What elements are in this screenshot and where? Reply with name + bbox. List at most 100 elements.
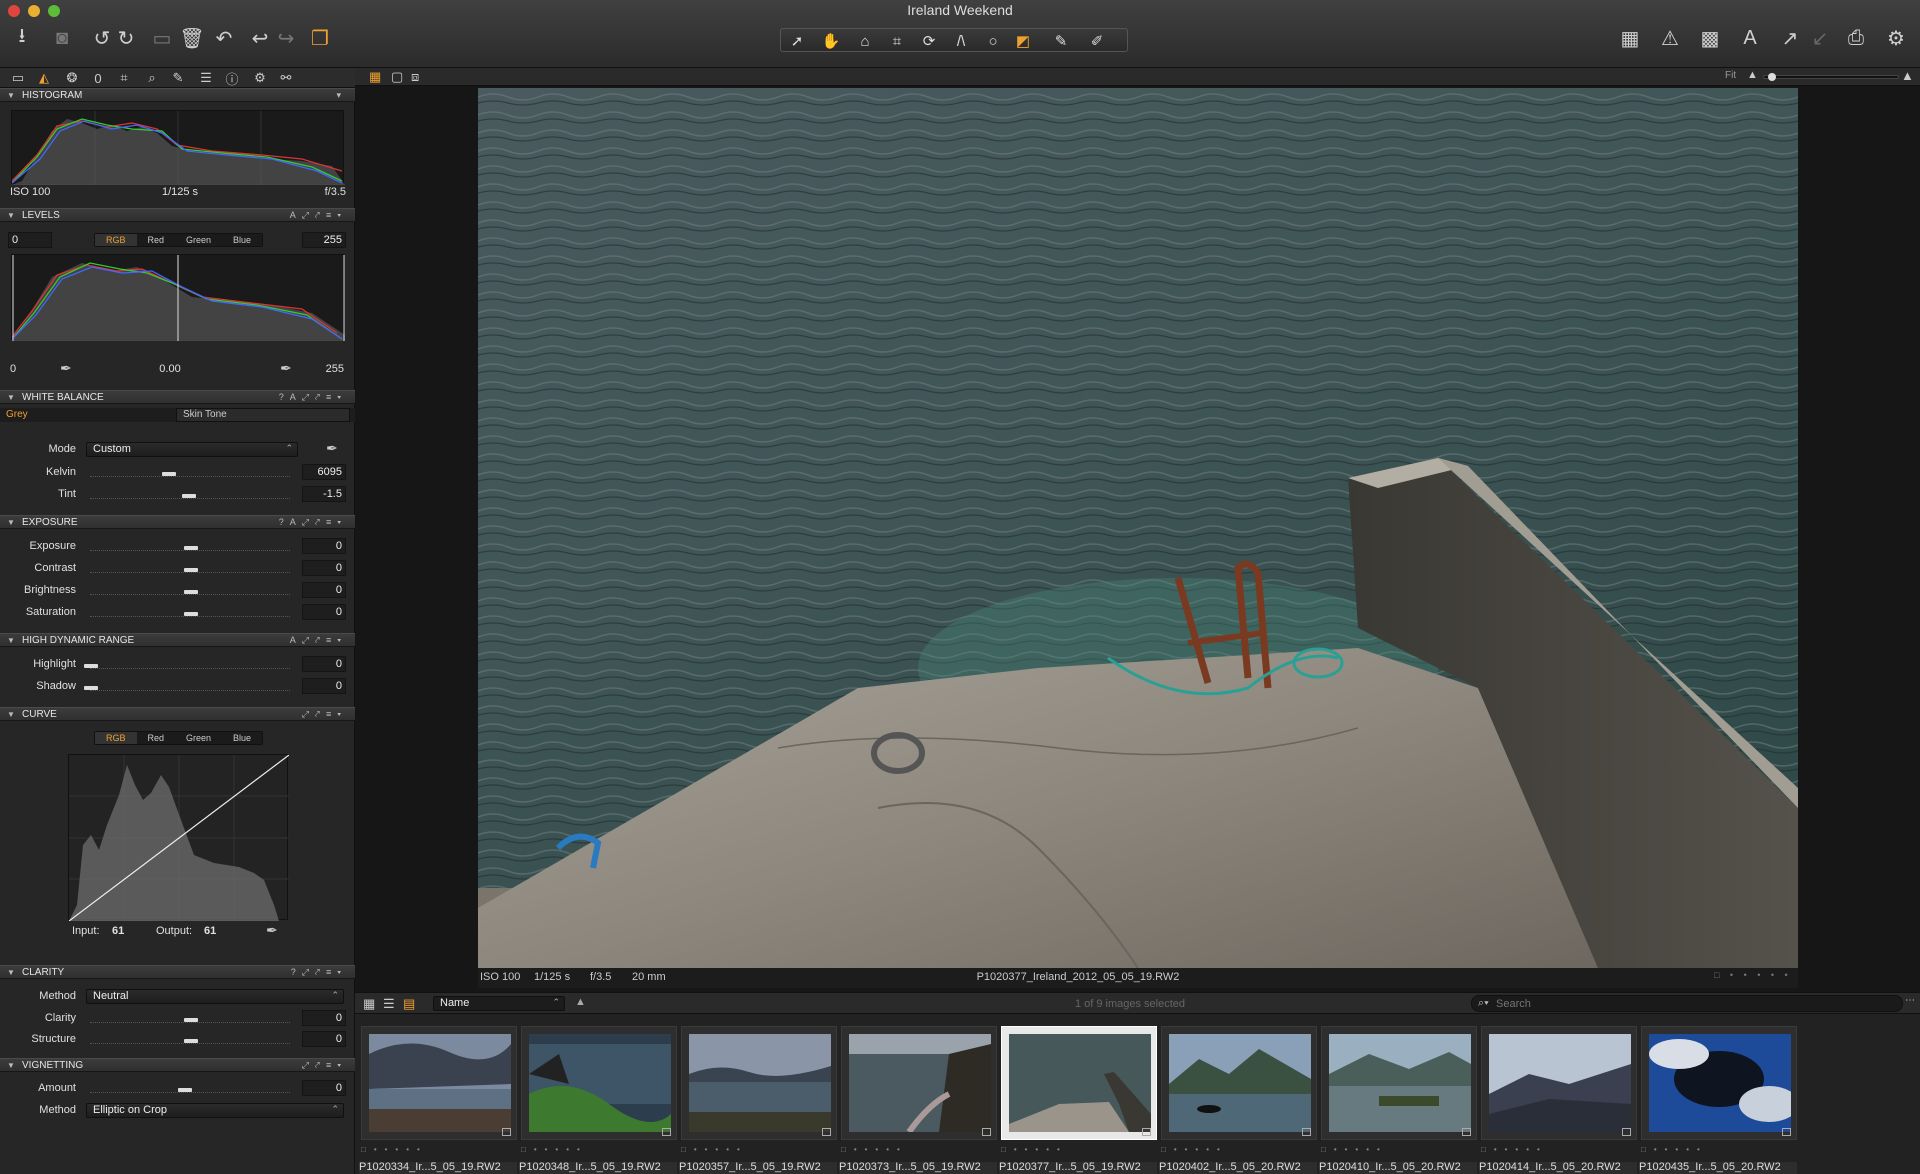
compare-view-icon[interactable]: ⧈ [411,69,419,85]
thumbnail-rating[interactable]: □••••• [1641,1145,1797,1155]
saturation-knob[interactable] [184,612,198,616]
crop-tool-icon[interactable]: ⌗ [885,31,909,51]
wb-kelvin-value[interactable]: 6095 [302,464,346,480]
brightness-slider[interactable] [90,590,290,598]
library-tab-icon[interactable]: ▭ [8,69,28,87]
keystone-tool-icon[interactable]: /\ [949,31,973,51]
highlight-value[interactable]: 0 [302,656,346,672]
levels-white-picker-icon[interactable]: ✒ [280,360,292,377]
browser-options-icon[interactable]: ⋯ [1905,995,1919,1011]
search-input[interactable] [1496,997,1896,1010]
levels-output-left[interactable]: 0 [10,363,16,375]
move-to-folder-icon[interactable]: ▭ [148,24,176,52]
levels-header[interactable]: LEVELSA⤢⤤≡▾ [0,208,355,222]
clarity-knob[interactable] [184,1018,198,1022]
exposure-warning-icon[interactable]: ⚠ [1656,24,1684,52]
text-overlay-icon[interactable]: A [1736,24,1764,52]
zoom-slider-knob[interactable] [1768,73,1776,81]
contrast-knob[interactable] [184,568,198,572]
levels-channel-green[interactable]: Green [175,234,222,246]
vignetting-amount-value[interactable]: 0 [302,1080,346,1096]
clarity-slider[interactable] [90,1018,290,1026]
curve-channel-red[interactable]: Red [137,732,176,744]
rotate-tool-icon[interactable]: ⟳ [917,31,941,51]
thumbnail[interactable] [1641,1026,1797,1140]
undo-icon[interactable]: ↩ [246,24,274,52]
hdr-header[interactable]: HIGH DYNAMIC RANGEA⤢⤤≡▾ [0,633,355,647]
vignetting-method-dropdown[interactable]: Elliptic on Crop [86,1103,344,1118]
saturation-value[interactable]: 0 [302,604,346,620]
wb-kelvin-knob[interactable] [162,472,176,476]
shadow-value[interactable]: 0 [302,678,346,694]
variants-icon[interactable]: ❐ [306,24,334,52]
trash-icon[interactable]: 🗑 [178,24,206,52]
filmstrip-view-icon[interactable]: ▤ [403,996,415,1012]
thumbnail[interactable] [1161,1026,1317,1140]
shadow-slider[interactable] [84,686,290,694]
structure-knob[interactable] [184,1039,198,1043]
curve-picker-icon[interactable]: ✒ [266,922,278,939]
color-tab-icon[interactable]: ❂ [62,69,82,87]
wb-kelvin-slider[interactable] [90,472,290,480]
thumbnail[interactable] [361,1026,517,1140]
metadata-tab-icon[interactable]: ☰ [196,69,216,87]
wb-tab-grey[interactable]: Grey [6,409,28,420]
levels-graph[interactable] [11,254,345,341]
zoom-in-icon[interactable]: ▲ [1901,68,1914,83]
picker-tool-icon[interactable]: ✐ [1085,31,1109,51]
levels-input-right[interactable]: 255 [302,232,346,248]
highlight-slider[interactable] [84,664,290,672]
redo-icon[interactable]: ↪ [272,24,300,52]
curve-channel-green[interactable]: Green [175,732,222,744]
clarity-method-dropdown[interactable]: Neutral [86,989,344,1004]
histogram-header[interactable]: HISTOGRAM▾ [0,88,355,102]
batch-tab-icon[interactable]: ⚯ [276,69,296,87]
wb-tint-knob[interactable] [182,494,196,498]
curve-channel-blue[interactable]: Blue [222,732,262,744]
thumbnail-rating[interactable]: □••••• [1321,1145,1477,1155]
structure-value[interactable]: 0 [302,1031,346,1047]
brightness-knob[interactable] [184,590,198,594]
curve-header[interactable]: CURVE⤢⤤≡▾ [0,707,355,721]
thumbnail-rating[interactable]: □••••• [361,1145,517,1155]
details-tab-icon[interactable]: ⌕ [142,69,162,87]
camera-tab-icon[interactable]: ◭ [34,69,54,87]
exposure-knob[interactable] [184,546,198,550]
vignetting-amount-knob[interactable] [178,1088,192,1092]
zoom-out-icon[interactable]: ▲ [1747,69,1758,81]
levels-input-left[interactable]: 0 [8,232,52,248]
info-tab-icon[interactable]: ⓘ [222,69,242,87]
crop-tab-icon[interactable]: ⌗ [114,69,134,87]
highlight-knob[interactable] [84,664,98,668]
sort-dropdown[interactable]: Name [433,996,565,1011]
thumbnail-selected[interactable] [1001,1026,1157,1140]
rotate-right-icon[interactable]: ↻ [112,24,140,52]
lens-tab-icon[interactable]: 0 [88,69,108,87]
levels-output-right[interactable]: 255 [310,363,344,375]
levels-midpoint[interactable]: 0.00 [150,363,190,375]
settings-gear-icon[interactable]: ⚙ [1882,24,1910,52]
curve-channel-rgb[interactable]: RGB [95,732,137,744]
wb-tab-skin-tone[interactable]: Skin Tone [176,408,350,422]
select-tool-icon[interactable]: ➚ [785,31,809,51]
white-balance-header[interactable]: WHITE BALANCE?A⤢⤤≡▾ [0,390,355,404]
multi-view-icon[interactable]: ▦ [369,69,381,85]
thumbnail-rating[interactable]: □••••• [1481,1145,1637,1155]
brightness-value[interactable]: 0 [302,582,346,598]
structure-slider[interactable] [90,1039,290,1047]
thumbnail-rating[interactable]: □••••• [521,1145,677,1155]
thumbnail-rating[interactable]: □••••• [1001,1145,1157,1155]
thumbnail[interactable] [841,1026,997,1140]
sort-direction-icon[interactable]: ▲ [575,996,586,1008]
zoom-fit-label[interactable]: Fit [1725,70,1736,81]
levels-channel-rgb[interactable]: RGB [95,234,137,246]
vignetting-header[interactable]: VIGNETTING⤢⤤≡▾ [0,1058,355,1072]
levels-channel-blue[interactable]: Blue [222,234,262,246]
thumbnail-rating[interactable]: □••••• [681,1145,837,1155]
pan-tool-icon[interactable]: ✋ [819,31,843,51]
print-icon[interactable]: ⎙ [1842,24,1870,52]
copy-adjustments-icon[interactable]: ↗ [1776,24,1804,52]
spot-tool-icon[interactable]: ○ [981,31,1005,51]
levels-channel-red[interactable]: Red [137,234,176,246]
output-tab-icon[interactable]: ⚙ [250,69,270,87]
